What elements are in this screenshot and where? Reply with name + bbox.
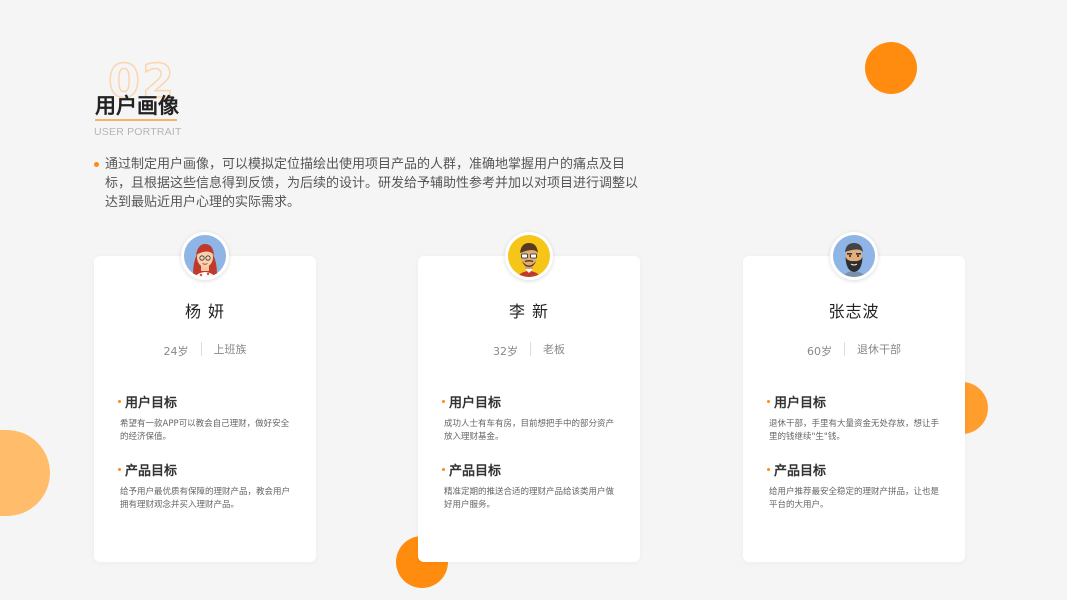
persona-meta: 24岁 上班族 [94, 339, 316, 359]
persona-occupation: 老板 [543, 343, 565, 356]
user-goal-label: 用户目标 [774, 396, 827, 411]
persona-name: 杨 妍 [184, 302, 226, 321]
persona-meta: 60岁 退休干部 [743, 339, 965, 359]
product-goal-heading: 产品目标 [118, 460, 177, 479]
product-goal-text: 给予用户最优质有保障的理财产品，教会用户拥有理财观念并买入理财产品。 [120, 487, 291, 510]
meta-divider [844, 342, 845, 356]
intro-paragraph: 通过制定用户画像，可以模拟定位描绘出使用项目产品的人群，准确地掌握用户的痛点及目… [94, 155, 646, 212]
persona-meta: 32岁 老板 [418, 339, 640, 359]
bullet-dot [767, 400, 770, 403]
woman-red-hair-avatar-icon [181, 232, 229, 280]
persona-name: 李 新 [508, 302, 550, 321]
bullet-dot [94, 162, 99, 167]
bullet-dot [118, 468, 121, 471]
meta-divider [530, 342, 531, 356]
bullet-dot [767, 468, 770, 471]
product-goal-heading: 产品目标 [767, 460, 826, 479]
persona-occupation: 退休干部 [857, 343, 901, 356]
man-glasses-beard-avatar-icon [505, 232, 553, 280]
product-goal-text: 给用户推荐最安全稳定的理财产拼品，让也是平台的大用户。 [769, 487, 940, 510]
product-goal-text: 精准定期的推送合适的理财产品给该类用户做好用户服务。 [444, 487, 615, 510]
user-goal-heading: 用户目标 [442, 392, 501, 411]
bullet-dot [118, 400, 121, 403]
title-underline [95, 119, 177, 121]
user-goal-heading: 用户目标 [767, 392, 826, 411]
decorative-circle-left [0, 430, 50, 516]
persona-age: 60岁 [807, 345, 832, 358]
user-goal-text: 成功人士有车有房，目前想把手中的部分资产放入理财基金。 [444, 419, 615, 442]
bullet-dot [442, 468, 445, 471]
page-subtitle: USER PORTRAIT [94, 126, 182, 138]
meta-divider [200, 342, 202, 356]
user-goal-text: 希望有一款APP可以教会自己理财，做好安全的经济保值。 [120, 419, 290, 442]
bullet-dot [442, 400, 445, 403]
product-goal-label: 产品目标 [125, 464, 178, 479]
page-title: 用户画像 [95, 94, 179, 118]
product-goal-heading: 产品目标 [442, 460, 501, 479]
user-goal-label: 用户目标 [125, 396, 178, 411]
user-goal-heading: 用户目标 [118, 392, 177, 411]
man-full-beard-avatar-icon [830, 232, 878, 280]
persona-occupation: 上班族 [213, 343, 247, 356]
persona-age: 32岁 [493, 345, 518, 358]
user-goal-label: 用户目标 [449, 396, 502, 411]
user-goal-text: 退休干部，手里有大量资金无处存放，想让手里的钱继续"生"钱。 [769, 419, 940, 442]
persona-age: 24岁 [163, 345, 189, 358]
persona-card: 李 新 32岁 老板 用户目标 成功人士有车有房，目前想把手中的部分资产放入理财… [418, 232, 640, 562]
decorative-circle-top-right [865, 42, 917, 94]
intro-text: 通过制定用户画像，可以模拟定位描绘出使用项目产品的人群，准确地掌握用户的痛点及目… [105, 157, 639, 210]
persona-card: 张志波 60岁 退休干部 用户目标 退休干部，手里有大量资金无处存放，想让手里的… [743, 232, 965, 562]
product-goal-label: 产品目标 [449, 464, 502, 479]
product-goal-label: 产品目标 [774, 464, 827, 479]
persona-card: 杨 妍 24岁 上班族 用户目标 希望有一款APP可以教会自己理财，做好安全的经… [94, 232, 316, 562]
persona-name: 张志波 [828, 302, 880, 321]
